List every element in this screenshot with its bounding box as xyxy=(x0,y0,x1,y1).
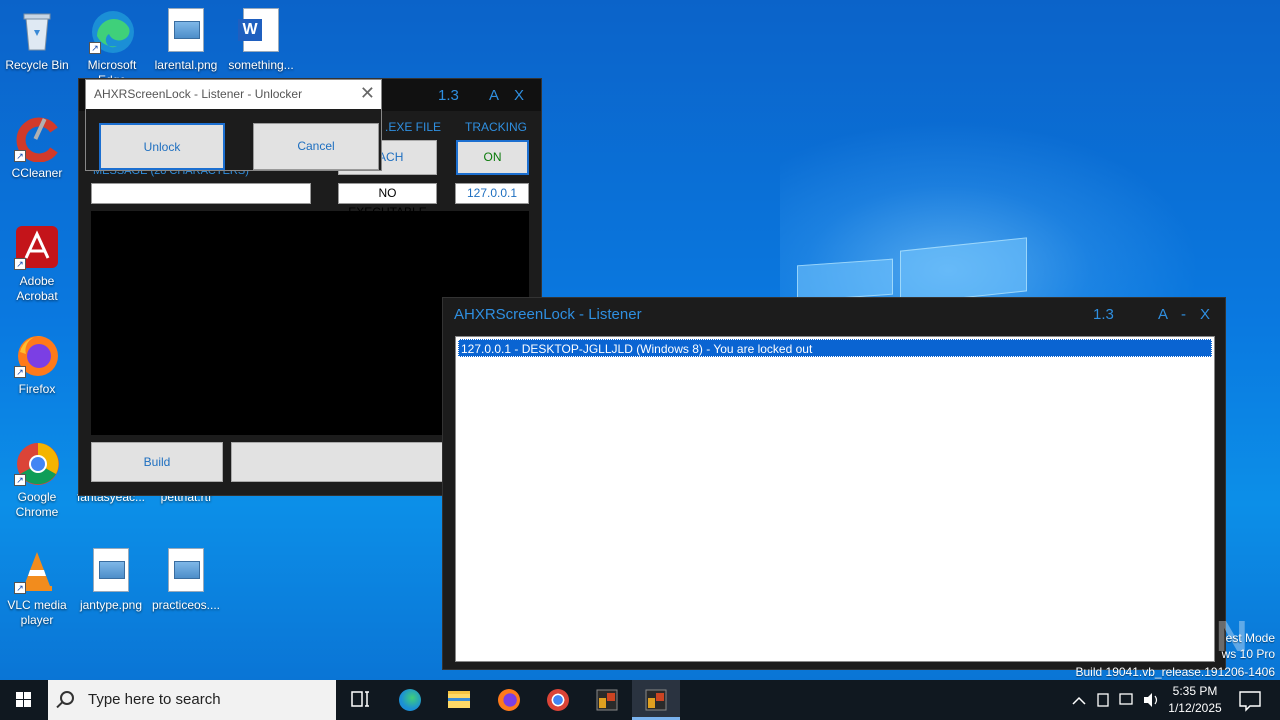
message-input[interactable] xyxy=(91,183,311,204)
notification-button[interactable] xyxy=(1234,680,1268,720)
clock-date: 1/12/2025 xyxy=(1168,701,1222,715)
taskbar-search[interactable]: Type here to search xyxy=(48,680,336,720)
start-button[interactable] xyxy=(0,680,48,720)
windows-logo-icon xyxy=(16,692,23,699)
cancel-button[interactable]: Cancel xyxy=(253,123,379,170)
search-placeholder: Type here to search xyxy=(88,691,221,708)
desktop-icon-vlc[interactable]: ↗ VLC media player xyxy=(0,548,74,628)
taskbar-clock[interactable]: 5:35 PM 1/12/2025 xyxy=(1160,683,1230,717)
display-icon xyxy=(1119,693,1133,705)
test-mode-text: est Mode xyxy=(1225,631,1275,645)
image-file-icon xyxy=(163,548,209,594)
search-icon xyxy=(60,691,74,705)
desktop-icon-firefox[interactable]: ↗ Firefox xyxy=(0,332,74,397)
listener-close-button[interactable]: X xyxy=(1200,306,1210,323)
ccleaner-icon: ↗ xyxy=(14,116,60,163)
unlocker-titlebar[interactable]: AHXRScreenLock - Listener - Unlocker ✕ xyxy=(86,80,381,109)
taskbar-app-listener[interactable] xyxy=(632,680,680,720)
unlocker-dialog: AHXRScreenLock - Listener - Unlocker ✕ U… xyxy=(85,79,382,171)
listener-title: AHXRScreenLock - Listener xyxy=(454,306,642,323)
listener-a-button[interactable]: A xyxy=(1158,306,1168,323)
recycle-bin-icon xyxy=(14,8,60,54)
firefox-icon xyxy=(498,689,520,711)
desktop-icon-chrome[interactable]: ↗ Google Chrome xyxy=(0,440,74,520)
tracking-toggle[interactable]: ON xyxy=(456,140,529,175)
desktop-icon-label: larental.png xyxy=(154,58,218,72)
desktop-icon-something[interactable]: W something... xyxy=(224,8,298,73)
desktop-icon-label: practiceos.... xyxy=(151,598,221,612)
taskbar-app-builder[interactable] xyxy=(583,680,631,720)
desktop-icon-ccleaner[interactable]: ↗ CCleaner xyxy=(0,116,74,181)
close-icon[interactable]: ✕ xyxy=(360,80,375,107)
chevron-up-icon xyxy=(1072,696,1086,705)
acrobat-icon: ↗ xyxy=(14,224,60,270)
word-document-icon: W xyxy=(238,8,284,54)
desktop-icon-label: Firefox xyxy=(18,382,56,396)
firefox-icon: ↗ xyxy=(14,332,60,378)
desktop-icon-recycle-bin[interactable]: Recycle Bin xyxy=(0,8,74,73)
exe-file-label: .EXE FILE xyxy=(385,120,442,134)
notification-icon xyxy=(1239,691,1261,712)
shortcut-arrow-icon: ↗ xyxy=(14,366,26,378)
listener-version: 1.3 xyxy=(1093,306,1114,323)
desktop-icon-label: Google Chrome xyxy=(15,490,59,519)
task-view-button[interactable] xyxy=(336,680,384,720)
system-tray xyxy=(1070,680,1160,720)
desktop-icon-edge[interactable]: ↗ Microsoft Edge xyxy=(75,8,149,88)
edge-icon: ↗ xyxy=(89,8,135,54)
wallpaper-logo-pane xyxy=(797,258,893,302)
builder-close-button[interactable]: X xyxy=(514,87,524,104)
shortcut-arrow-icon: ↗ xyxy=(14,258,26,270)
unlocker-title: AHXRScreenLock - Listener - Unlocker xyxy=(94,87,303,101)
desktop-icon-label: Recycle Bin xyxy=(5,58,69,72)
desktop-icon-acrobat[interactable]: ↗ Adobe Acrobat xyxy=(0,224,74,304)
desktop-icon-label: jantype.png xyxy=(79,598,143,612)
builder-version: 1.3 xyxy=(438,87,459,104)
taskbar-edge[interactable] xyxy=(386,680,434,720)
listener-titlebar[interactable]: AHXRScreenLock - Listener 1.3 A - X xyxy=(443,298,1225,330)
task-view-icon xyxy=(351,691,369,707)
desktop-icon-larental[interactable]: larental.png xyxy=(149,8,223,73)
app-icon xyxy=(645,689,667,711)
shortcut-arrow-icon: ↗ xyxy=(14,582,26,594)
desktop-icon-label: VLC media player xyxy=(7,598,67,627)
taskbar-firefox[interactable] xyxy=(485,680,533,720)
desktop-icon-jantype[interactable]: jantype.png xyxy=(74,548,148,613)
chrome-icon: ↗ xyxy=(14,440,60,486)
desktop-icon-label: Adobe Acrobat xyxy=(16,274,58,303)
build-info-text: Build 19041.vb_release.191206-1406 xyxy=(1075,665,1276,679)
volume-icon xyxy=(1144,693,1152,707)
image-file-icon xyxy=(88,548,134,594)
shortcut-arrow-icon: ↗ xyxy=(14,474,26,486)
app-icon xyxy=(596,689,618,711)
taskbar-file-explorer[interactable] xyxy=(435,680,483,720)
builder-a-button[interactable]: A xyxy=(489,87,499,104)
network-icon xyxy=(1097,693,1109,707)
taskbar-chrome[interactable] xyxy=(534,680,582,720)
desktop-icon-label: something... xyxy=(228,58,294,72)
desktop-icon-practiceos[interactable]: practiceos.... xyxy=(149,548,223,613)
exe-path-field: NO EXECUTABLE xyxy=(338,183,437,219)
clock-time: 5:35 PM xyxy=(1172,684,1218,698)
anyrun-watermark: ANY RUN xyxy=(1036,612,1250,661)
vlc-icon: ↗ xyxy=(14,548,60,594)
unlock-button[interactable]: Unlock xyxy=(99,123,225,170)
image-file-icon xyxy=(163,8,209,54)
edge-icon xyxy=(399,689,421,711)
listener-minimize-button[interactable]: - xyxy=(1181,306,1186,323)
taskbar: Type here to search 5:35 PM 1/12/2025 xyxy=(0,680,1280,720)
edition-text: ws 10 Pro xyxy=(1221,647,1275,661)
folder-icon xyxy=(448,691,470,708)
build-button[interactable]: Build xyxy=(91,442,223,482)
list-item[interactable]: 127.0.0.1 - DESKTOP-JGLLJLD (Windows 8) … xyxy=(458,339,1212,357)
desktop-icon-label: CCleaner xyxy=(11,166,63,180)
shortcut-arrow-icon: ↗ xyxy=(14,150,26,162)
tracking-label: TRACKING xyxy=(465,120,528,134)
ip-address-field[interactable]: 127.0.0.1 xyxy=(455,183,529,204)
shortcut-arrow-icon: ↗ xyxy=(89,42,101,54)
secondary-button[interactable] xyxy=(231,442,445,482)
chrome-icon xyxy=(547,689,569,711)
